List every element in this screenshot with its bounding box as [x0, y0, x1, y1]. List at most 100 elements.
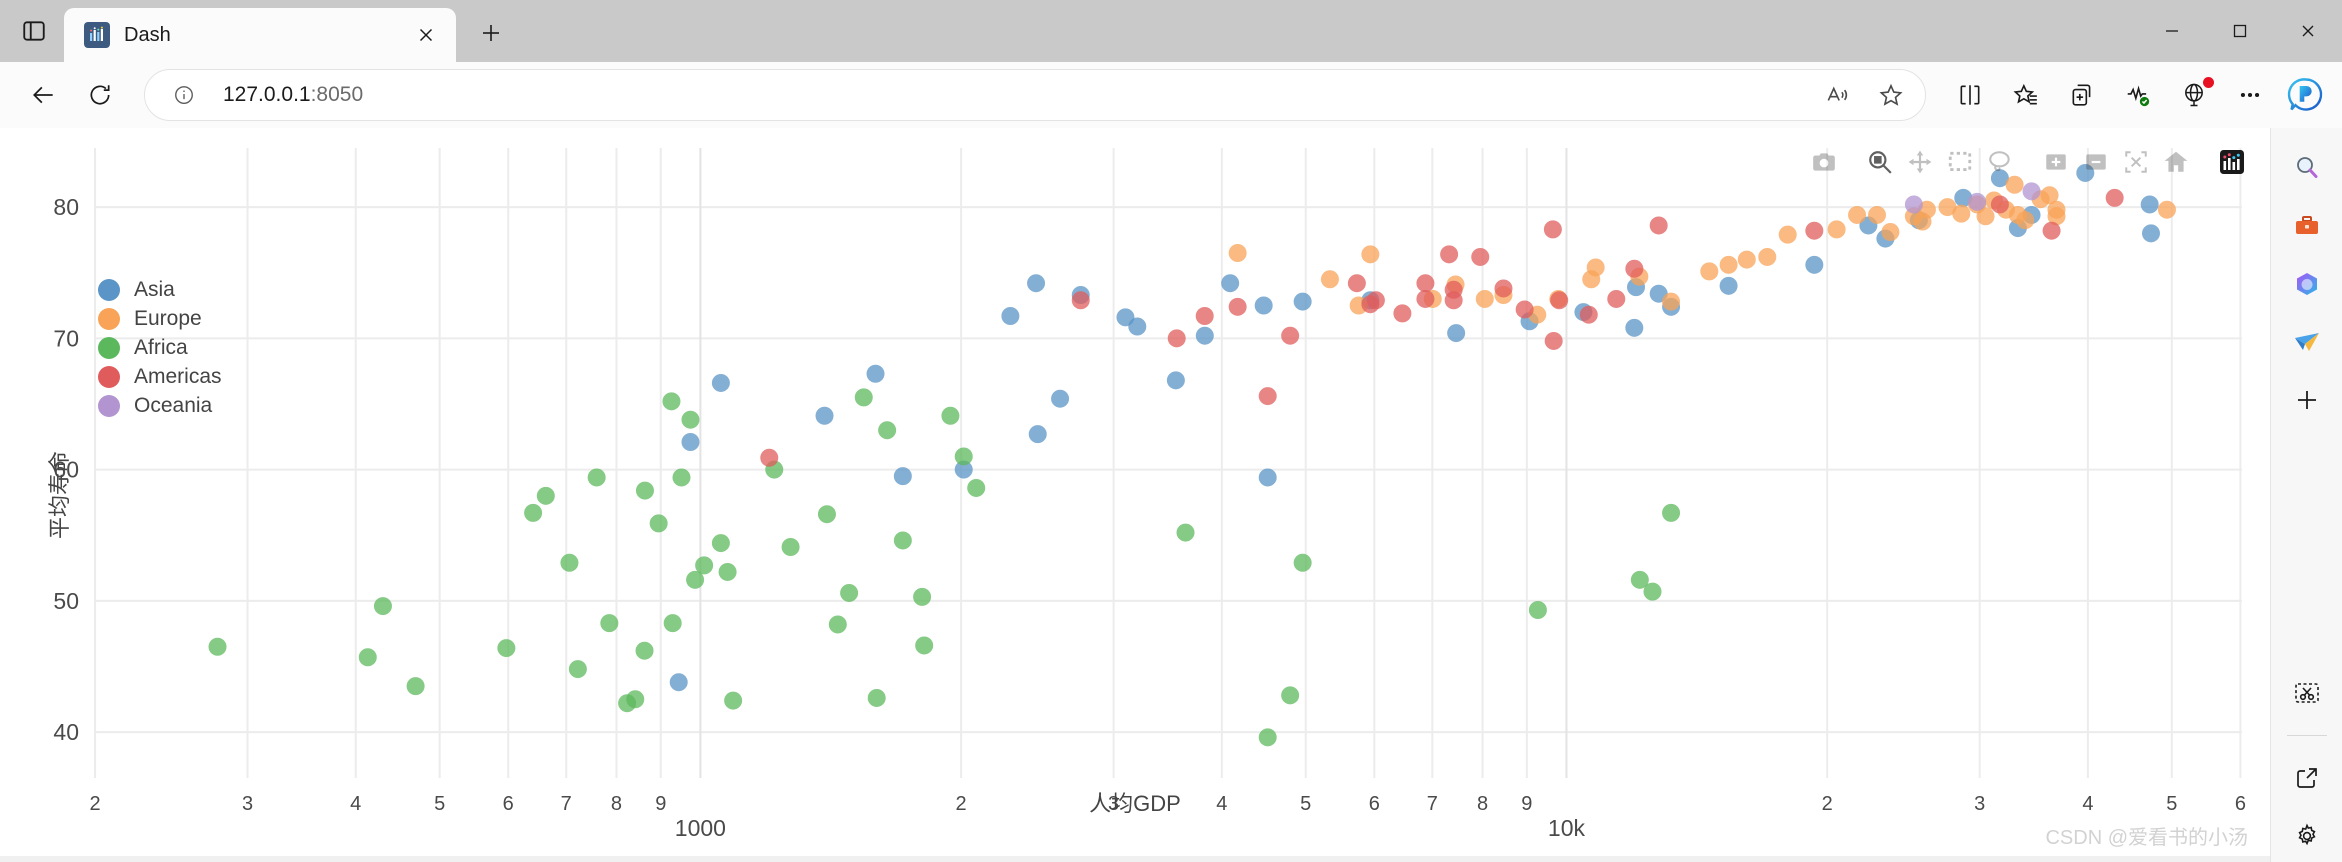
sidebar-add-icon[interactable]: [2281, 374, 2333, 426]
plotly-logo-icon[interactable]: [2212, 142, 2252, 182]
data-point[interactable]: [840, 583, 859, 602]
data-point[interactable]: [1881, 223, 1900, 241]
data-point[interactable]: [1366, 291, 1385, 310]
sidebar-clip-icon[interactable]: [2281, 667, 2333, 719]
reset-axes-icon[interactable]: [2156, 142, 2196, 182]
data-point[interactable]: [1167, 329, 1186, 348]
data-point[interactable]: [1607, 289, 1626, 308]
vpn-globe-icon[interactable]: [2168, 69, 2220, 121]
data-point[interactable]: [1913, 212, 1932, 231]
data-point[interactable]: [2140, 195, 2159, 214]
data-point[interactable]: [1649, 216, 1668, 235]
browser-tab[interactable]: Dash: [64, 8, 456, 62]
url-text[interactable]: 127.0.0.1:8050: [201, 83, 1811, 107]
data-point[interactable]: [781, 538, 800, 556]
data-point[interactable]: [1221, 274, 1240, 293]
data-point[interactable]: [1258, 387, 1277, 406]
data-point[interactable]: [967, 478, 986, 497]
data-point[interactable]: [915, 636, 934, 655]
data-point[interactable]: [1228, 244, 1247, 262]
address-bar[interactable]: 127.0.0.1:8050: [144, 69, 1926, 121]
data-point[interactable]: [954, 447, 973, 466]
data-point[interactable]: [1586, 258, 1605, 277]
window-close-icon[interactable]: [2274, 0, 2342, 62]
zoom-in-icon[interactable]: [2036, 142, 2076, 182]
data-point[interactable]: [1166, 371, 1185, 390]
data-point[interactable]: [600, 614, 619, 633]
data-point[interactable]: [2042, 221, 2061, 240]
data-point[interactable]: [1416, 274, 1435, 293]
data-point[interactable]: [2022, 182, 2041, 201]
data-point[interactable]: [2105, 188, 2124, 207]
data-point[interactable]: [1550, 291, 1569, 310]
data-point[interactable]: [1579, 305, 1598, 324]
minimize-icon[interactable]: [2138, 0, 2206, 62]
data-point[interactable]: [815, 406, 834, 425]
data-point[interactable]: [1293, 553, 1312, 572]
autoscale-icon[interactable]: [2116, 142, 2156, 182]
data-point[interactable]: [1471, 247, 1490, 266]
data-point[interactable]: [587, 468, 606, 487]
data-point[interactable]: [1643, 582, 1662, 601]
pan-icon[interactable]: [1900, 142, 1940, 182]
info-circle-icon[interactable]: [167, 78, 201, 112]
data-point[interactable]: [1281, 326, 1300, 345]
plotly-scatter-plot[interactable]: 40 50 60 70 80 2 3 4 5 6 7 8 9 1000 2 3 4 5 6 7 8 9 10k 2 3 4 5 6 平…: [0, 128, 2270, 862]
data-point[interactable]: [681, 433, 700, 451]
data-point[interactable]: [1848, 205, 1867, 224]
data-point[interactable]: [1904, 195, 1923, 214]
data-point[interactable]: [1868, 205, 1887, 224]
data-point[interactable]: [1071, 291, 1090, 310]
camera-icon[interactable]: [1804, 142, 1844, 182]
data-point[interactable]: [1293, 292, 1312, 311]
data-point[interactable]: [497, 639, 516, 658]
data-point[interactable]: [1475, 289, 1494, 308]
data-point[interactable]: [1968, 192, 1987, 211]
data-point[interactable]: [1393, 304, 1412, 323]
data-point[interactable]: [208, 637, 227, 656]
arrow-left-icon[interactable]: [18, 69, 70, 121]
data-point[interactable]: [1543, 220, 1562, 239]
favorites-icon[interactable]: [2000, 69, 2052, 121]
data-point[interactable]: [828, 615, 847, 634]
data-point[interactable]: [1258, 468, 1277, 487]
data-point[interactable]: [358, 648, 377, 667]
data-point[interactable]: [695, 556, 714, 575]
data-point[interactable]: [1528, 601, 1547, 619]
collections-icon[interactable]: [2056, 69, 2108, 121]
data-point[interactable]: [718, 562, 737, 581]
sidebar-office-icon[interactable]: [2281, 258, 2333, 310]
data-point[interactable]: [854, 388, 873, 407]
data-point[interactable]: [681, 410, 700, 429]
data-point[interactable]: [711, 534, 730, 553]
data-point[interactable]: [536, 486, 555, 505]
copilot-icon[interactable]: [2280, 69, 2332, 121]
data-point[interactable]: [524, 503, 543, 522]
data-point[interactable]: [866, 364, 885, 383]
data-point[interactable]: [1347, 274, 1366, 293]
data-point[interactable]: [1027, 274, 1046, 293]
plus-icon[interactable]: [468, 10, 514, 56]
data-point[interactable]: [1719, 255, 1738, 274]
data-point[interactable]: [867, 688, 886, 707]
data-point[interactable]: [1028, 425, 1047, 444]
data-point[interactable]: [1625, 318, 1644, 337]
horizontal-scrollbar[interactable]: [0, 856, 2270, 862]
data-point[interactable]: [2016, 211, 2035, 230]
data-point[interactable]: [1001, 307, 1020, 325]
data-point[interactable]: [1805, 221, 1824, 240]
data-point[interactable]: [649, 514, 668, 533]
data-point[interactable]: [1128, 317, 1147, 336]
data-point[interactable]: [662, 392, 681, 411]
data-point[interactable]: [1361, 245, 1380, 264]
tab-list-icon[interactable]: [8, 5, 60, 57]
data-point[interactable]: [1778, 225, 1797, 244]
data-point[interactable]: [1051, 389, 1070, 408]
data-point[interactable]: [1544, 331, 1563, 350]
legend-item-oceania[interactable]: Oceania: [98, 392, 230, 420]
legend-item-asia[interactable]: Asia: [98, 276, 230, 304]
legend-item-africa[interactable]: Africa: [98, 334, 230, 362]
data-point[interactable]: [893, 531, 912, 550]
data-point[interactable]: [672, 468, 691, 487]
data-point[interactable]: [1494, 279, 1513, 298]
